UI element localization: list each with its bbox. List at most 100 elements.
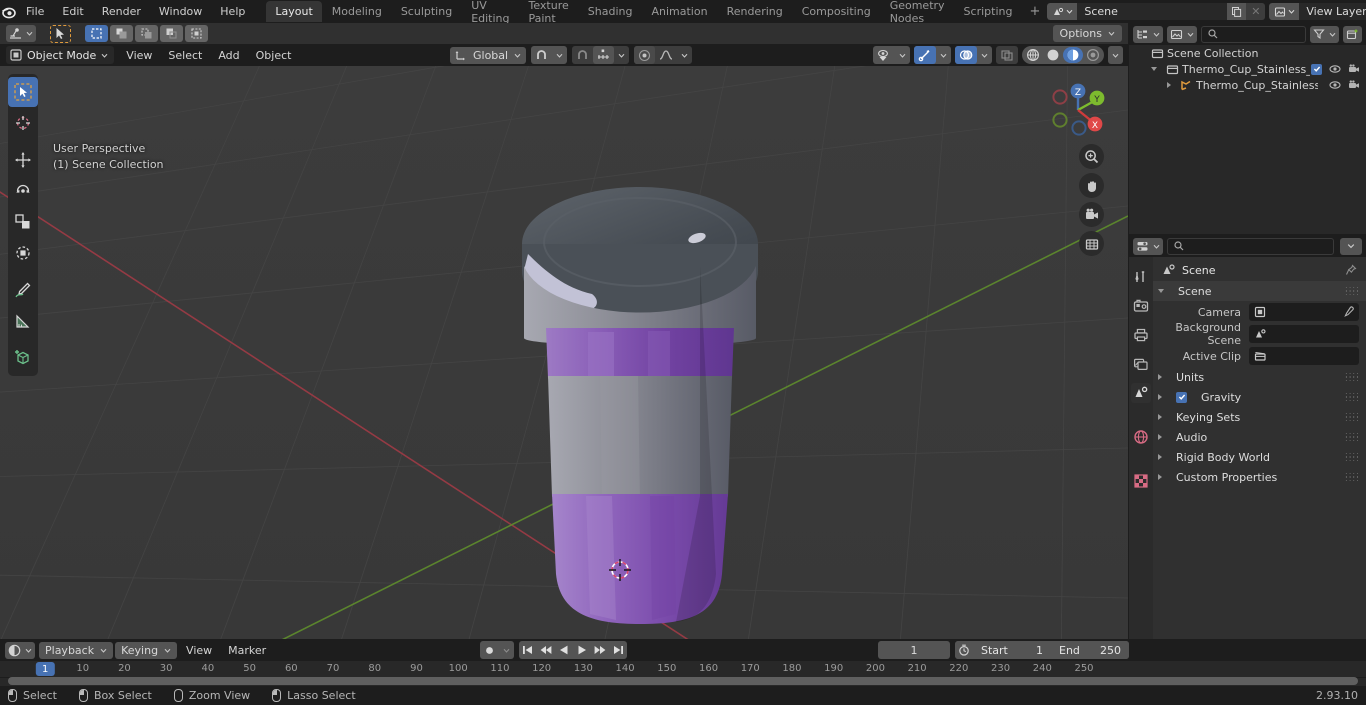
visibility-group[interactable] [873,46,910,64]
new-scene-button[interactable] [1227,3,1247,20]
properties-options-dropdown[interactable] [1340,237,1362,255]
tool-settings-menu[interactable] [6,25,36,42]
gizmo-icon[interactable] [914,46,936,64]
properties-editor-type[interactable] [1133,237,1163,255]
property-field-camera[interactable] [1249,303,1359,321]
snap-dropdown[interactable] [552,46,567,64]
properties-tab-world[interactable] [1131,427,1151,447]
cursor-tool[interactable] [8,108,38,138]
current-frame-field[interactable]: 1 [878,641,950,659]
workspace-tab-geometry-nodes[interactable]: Geometry Nodes [881,0,954,25]
panel-expand-down-icon[interactable] [1158,289,1164,293]
collection-checkbox[interactable] [1311,63,1322,75]
timeline-scrollbar[interactable] [8,677,1358,685]
timeline-ruler[interactable]: 10 20 30 40 50 60 70 80 90 100 110 120 130 140 150 160 1… [0,661,1366,678]
tweak-select-box-tool[interactable] [8,77,38,107]
xray-icon[interactable] [996,46,1018,64]
next-keyframe-button[interactable] [591,641,609,659]
visibility-icon[interactable] [873,46,895,64]
snap-magnet-off-icon[interactable] [572,46,593,64]
scene-icon[interactable] [1047,3,1078,20]
viewport-menu-object[interactable]: Object [249,48,299,63]
workspace-tab-compositing[interactable]: Compositing [793,1,880,22]
panel-expand-right-icon[interactable] [1158,434,1162,440]
overlays-group[interactable] [955,46,992,64]
gizmo-group[interactable] [914,46,951,64]
workspace-tab-modeling[interactable]: Modeling [323,1,391,22]
overlays-dropdown[interactable] [977,46,992,64]
workspace-tab-scripting[interactable]: Scripting [955,1,1022,22]
properties-panel-scene[interactable]: Scene:::::::: [1153,281,1366,301]
view-layer-id-block[interactable]: View Layer ✕ [1269,3,1366,20]
gizmo-dropdown[interactable] [936,46,951,64]
panel-drag-grip[interactable]: :::::::: [1345,371,1359,383]
magnet-icon[interactable] [531,46,552,64]
options-dropdown[interactable]: Options [1052,25,1122,42]
overlays-icon[interactable] [955,46,977,64]
mode-selector[interactable]: Object Mode [6,46,115,64]
view-layer-name-field[interactable]: View Layer [1299,3,1366,20]
unlink-scene-button[interactable]: ✕ [1246,3,1266,20]
eyedropper-icon[interactable] [1342,306,1354,318]
properties-tab-tool[interactable] [1131,267,1151,287]
scene-id-block[interactable]: Scene ✕ [1047,3,1266,20]
menu-help[interactable]: Help [211,3,254,20]
properties-panel-custom-properties[interactable]: Custom Properties:::::::: [1153,467,1366,487]
shading-solid-button[interactable] [1043,47,1063,63]
properties-tab-output[interactable] [1131,325,1151,345]
transform-orientation-dropdown[interactable]: Global [450,46,527,64]
jump-end-button[interactable] [609,641,627,659]
property-field-background-scene[interactable] [1249,325,1359,343]
panel-expand-right-icon[interactable] [1158,374,1162,380]
visibility-dropdown[interactable] [895,46,910,64]
snap-group[interactable] [531,46,568,64]
measure-tool[interactable] [8,306,38,336]
outliner-search-input[interactable] [1201,25,1306,43]
menu-file[interactable]: File [17,3,53,20]
properties-panel-audio[interactable]: Audio:::::::: [1153,427,1366,447]
scale-tool[interactable] [8,207,38,237]
snap-dropdown-2[interactable] [614,46,629,64]
select-box-icon[interactable] [85,25,108,42]
menu-edit[interactable]: Edit [53,3,92,20]
workspace-tab-texture-paint[interactable]: Texture Paint [520,0,578,25]
select-extend-icon[interactable] [110,25,133,42]
viewport-menu-add[interactable]: Add [211,48,246,63]
outliner-display-mode[interactable] [1133,25,1163,43]
timeline-menu-playback[interactable]: Playback [39,641,114,659]
timeline-editor-type[interactable] [5,641,35,659]
xray-toggle[interactable] [996,46,1018,64]
select-difference-icon[interactable] [160,25,183,42]
toggle-ortho-icon[interactable] [1079,231,1104,256]
timeline-menu-view[interactable]: View [179,643,219,658]
panel-expand-right-icon[interactable] [1158,414,1162,420]
properties-tab-texture[interactable] [1131,471,1151,491]
properties-panel-rigid-body-world[interactable]: Rigid Body World:::::::: [1153,447,1366,467]
pin-icon[interactable] [1345,264,1357,276]
panel-drag-grip[interactable]: :::::::: [1345,285,1359,297]
snap-target-group[interactable] [572,46,630,64]
outliner-row[interactable]: Thermo_Cup_Stainless_P [1129,77,1366,93]
smooth-falloff-icon[interactable] [655,46,677,64]
annotate-tool[interactable] [8,275,38,305]
camera-view-icon[interactable] [1079,202,1104,227]
panel-drag-grip[interactable]: :::::::: [1345,451,1359,463]
workspace-tab-shading[interactable]: Shading [579,1,642,22]
properties-tab-view-layer[interactable] [1131,354,1151,374]
properties-search-input[interactable] [1167,237,1334,255]
rotate-tool[interactable] [8,176,38,206]
timeline-playhead[interactable]: 1 [35,662,55,676]
outliner-row[interactable]: Thermo_Cup_Stainless_Purple [1129,61,1366,77]
panel-drag-grip[interactable]: :::::::: [1345,431,1359,443]
add-workspace-button[interactable]: + [1022,4,1047,19]
menu-render[interactable]: Render [93,3,150,20]
play-reverse-button[interactable] [555,641,573,659]
panel-drag-grip[interactable]: :::::::: [1345,471,1359,483]
panel-expand-right-icon[interactable] [1158,454,1162,460]
properties-tab-render[interactable] [1131,296,1151,316]
viewport-menu-select[interactable]: Select [161,48,209,63]
panel-drag-grip[interactable]: :::::::: [1345,391,1359,403]
zoom-icon[interactable] [1079,144,1104,169]
keyframe-dropdown[interactable] [499,641,514,659]
outliner-filter-button[interactable] [1310,25,1339,43]
